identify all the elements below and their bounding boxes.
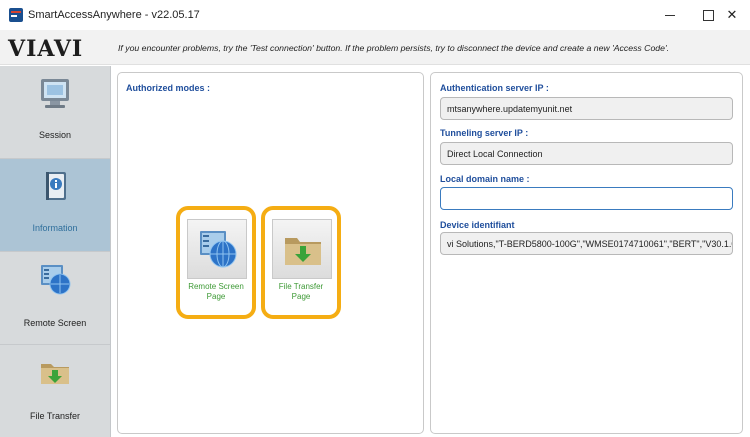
folder-download-icon [41, 364, 69, 384]
file-transfer-page-label: File Transfer Page [278, 282, 324, 301]
remote-screen-icon [200, 231, 237, 268]
information-panel: Authentication server IP : mtsanywhere.u… [430, 72, 743, 434]
device-identifiant-field: vi Solutions,"T-BERD5800-100G","WMSE0174… [440, 232, 733, 255]
tunnel-server-label: Tunneling server IP : [440, 128, 529, 138]
authorized-modes-panel: Authorized modes : Remote Screen Page Fi… [117, 72, 424, 434]
sidebar-item-information[interactable]: Information [0, 159, 110, 252]
device-identifiant-label: Device identifiant [440, 220, 515, 230]
sidebar-item-label: Session [38, 130, 72, 140]
sidebar-item-label: Remote Screen [23, 318, 87, 328]
close-icon[interactable]: ✕ [714, 0, 750, 30]
file-transfer-page-button[interactable] [272, 219, 332, 279]
title-bar: SmartAccessAnywhere - v22.05.17 ✕ [0, 0, 750, 30]
remote-screen-page-label: Remote Screen Page [188, 282, 244, 301]
remote-screen-page-button[interactable] [187, 219, 247, 279]
sidebar: Session Information Remote Screen File T… [0, 66, 111, 437]
sidebar-item-label: Information [32, 223, 78, 233]
window-title: SmartAccessAnywhere - v22.05.17 [28, 9, 200, 21]
viavi-logo: VIAVI [8, 36, 84, 62]
auth-server-field: mtsanywhere.updatemyunit.net [440, 97, 733, 120]
folder-download-icon [285, 238, 321, 265]
sidebar-item-remote-screen[interactable]: Remote Screen [0, 252, 110, 345]
minimize-icon[interactable] [650, 0, 690, 30]
local-domain-input[interactable] [440, 187, 733, 210]
sidebar-item-file-transfer[interactable]: File Transfer [0, 345, 110, 437]
auth-server-label: Authentication server IP : [440, 83, 549, 93]
sidebar-item-label: File Transfer [29, 411, 80, 421]
monitor-icon [41, 79, 69, 108]
info-book-icon [46, 172, 66, 200]
file-transfer-mode-highlight: File Transfer Page [261, 206, 341, 319]
tunnel-server-field: Direct Local Connection [440, 142, 733, 165]
remote-screen-icon [41, 265, 71, 295]
header-band: VIAVI If you encounter problems, try the… [0, 30, 750, 65]
local-domain-label: Local domain name : [440, 174, 530, 184]
remote-screen-mode-highlight: Remote Screen Page [176, 206, 256, 319]
authorized-modes-title: Authorized modes : [126, 83, 211, 93]
app-icon [9, 8, 23, 22]
help-hint-text: If you encounter problems, try the 'Test… [118, 43, 670, 53]
sidebar-item-session[interactable]: Session [0, 66, 110, 159]
